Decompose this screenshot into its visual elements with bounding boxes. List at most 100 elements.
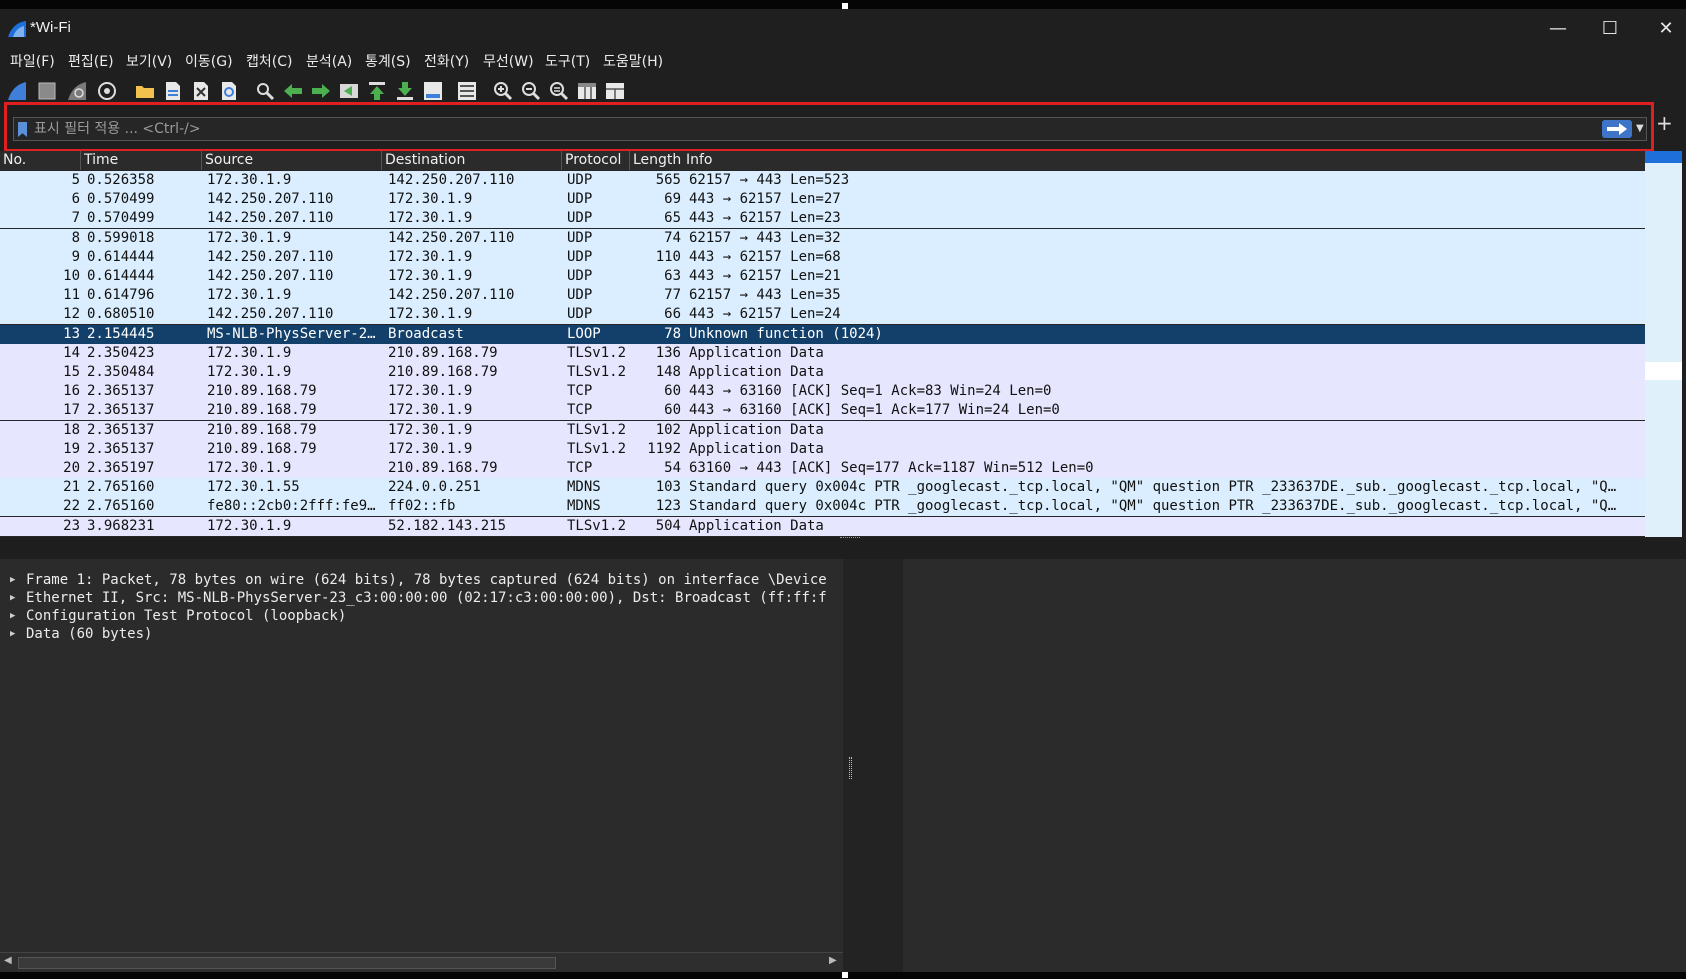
- menu-item[interactable]: 캡처(C): [246, 51, 292, 71]
- last-packet-icon[interactable]: [394, 80, 416, 102]
- expand-arrow-icon[interactable]: ▶: [10, 571, 15, 590]
- selected-packet-marker: [1645, 362, 1682, 380]
- table-row[interactable]: 18 2.365137 210.89.168.79 172.30.1.9 TLSv1.2…: [0, 420, 1645, 440]
- minimize-button[interactable]: —: [1538, 14, 1578, 44]
- expand-arrow-icon[interactable]: ▶: [10, 589, 15, 608]
- menu-item[interactable]: 파일(F): [10, 51, 55, 71]
- column-header-destination[interactable]: Destination: [382, 151, 562, 170]
- find-magnifier-icon[interactable]: [254, 80, 276, 102]
- table-row-selected[interactable]: 13 2.154445 MS-NLB-PhysServer-2… Broadcast L…: [0, 324, 1645, 344]
- scroll-left-arrow-icon[interactable]: ◀: [4, 955, 12, 966]
- column-header-source[interactable]: Source: [202, 151, 382, 170]
- scroll-thumb[interactable]: [18, 957, 556, 969]
- cell-src: 142.250.207.110: [207, 191, 334, 208]
- display-filter-input[interactable]: [34, 119, 1594, 139]
- cell-src: 172.30.1.9: [207, 287, 292, 304]
- table-row[interactable]: 7 0.570499 142.250.207.110 172.30.1.9 UDP 65 4…: [0, 209, 1645, 229]
- filter-history-dropdown-icon[interactable]: ▼: [1636, 119, 1648, 139]
- splitter-grip[interactable]: [840, 537, 860, 540]
- details-horizontal-scrollbar[interactable]: ◀ ▶: [0, 952, 843, 972]
- column-header-time[interactable]: Time: [81, 151, 202, 170]
- window-title: *Wi-Fi: [30, 19, 71, 36]
- column-header-protocol[interactable]: Protocol: [562, 151, 630, 170]
- colorize-icon[interactable]: [456, 80, 478, 102]
- menu-item[interactable]: 전화(Y): [424, 51, 469, 71]
- table-row[interactable]: 20 2.365197 172.30.1.9 210.89.168.79 TCP 54 63…: [0, 459, 1645, 478]
- packet-list-scrollbar[interactable]: [1645, 151, 1682, 555]
- table-row[interactable]: 21 2.765160 172.30.1.55 224.0.0.251 MDNS 103 S…: [0, 478, 1645, 498]
- expand-arrow-icon[interactable]: ▶: [10, 607, 15, 626]
- packet-list-header: No. Time Source Destination Protocol Len…: [0, 151, 1645, 170]
- cell-no: 15: [63, 364, 80, 380]
- open-folder-icon[interactable]: [134, 80, 156, 102]
- cell-info: 443 → 62157 Len=21: [689, 268, 841, 284]
- detail-tree-item[interactable]: ▶ Data (60 bytes): [0, 625, 843, 644]
- resize-columns-icon[interactable]: [576, 80, 598, 102]
- first-packet-icon[interactable]: [366, 80, 388, 102]
- menu-item[interactable]: 통계(S): [365, 51, 411, 71]
- menu-item[interactable]: 보기(V): [126, 51, 172, 71]
- go-back-arrow-icon[interactable]: [282, 80, 304, 102]
- menu-item[interactable]: 이동(G): [185, 51, 233, 71]
- table-row[interactable]: 8 0.599018 172.30.1.9 142.250.207.110 UDP 74 6…: [0, 228, 1645, 248]
- go-to-packet-icon[interactable]: [338, 80, 360, 102]
- save-file-icon[interactable]: [162, 80, 184, 102]
- cell-no: 13: [63, 325, 80, 342]
- column-header-length[interactable]: Length: [630, 151, 685, 170]
- restart-fin-icon[interactable]: [66, 80, 88, 102]
- cell-time: 0.614444: [87, 268, 155, 284]
- maximize-button[interactable]: ☐: [1590, 14, 1630, 44]
- table-row[interactable]: 15 2.350484 172.30.1.9 210.89.168.79 TLSv1.2…: [0, 363, 1645, 382]
- table-row[interactable]: 6 0.570499 142.250.207.110 172.30.1.9 UDP 69 4…: [0, 190, 1645, 210]
- cell-info: Standard query 0x004c PTR _googlecast._t…: [689, 498, 1617, 515]
- table-row[interactable]: 12 0.680510 142.250.207.110 172.30.1.9 UDP 66…: [0, 305, 1645, 325]
- cell-dst: 224.0.0.251: [388, 479, 481, 496]
- menu-item[interactable]: 도움말(H): [603, 51, 663, 71]
- detail-tree-item[interactable]: ▶ Frame 1: Packet, 78 bytes on wire (624 …: [0, 571, 843, 590]
- vertical-splitter-grip[interactable]: [849, 757, 852, 779]
- table-row[interactable]: 14 2.350423 172.30.1.9 210.89.168.79 TLSv1.2…: [0, 343, 1645, 363]
- filter-bookmark-icon[interactable]: [18, 122, 27, 137]
- autoscroll-icon[interactable]: [422, 80, 444, 102]
- table-row[interactable]: 17 2.365137 210.89.168.79 172.30.1.9 TCP 60 44…: [0, 401, 1645, 421]
- normal-size-icon[interactable]: [548, 80, 570, 102]
- resize-grip[interactable]: [842, 3, 848, 9]
- table-row[interactable]: 11 0.614796 172.30.1.9 142.250.207.110 UDP 77…: [0, 286, 1645, 306]
- reload-icon[interactable]: [218, 80, 240, 102]
- stop-square-icon[interactable]: [36, 80, 58, 102]
- column-header-no[interactable]: No.: [0, 151, 81, 170]
- bottom-resize-grip[interactable]: [842, 972, 848, 978]
- pane-splitter[interactable]: [0, 537, 1686, 559]
- cell-len: 65: [664, 210, 681, 227]
- layout-icon[interactable]: [604, 80, 626, 102]
- add-filter-button[interactable]: +: [1656, 113, 1673, 133]
- menu-item[interactable]: 편집(E): [68, 51, 114, 71]
- cell-time: 2.765160: [87, 479, 155, 496]
- scroll-right-arrow-icon[interactable]: ▶: [829, 955, 837, 966]
- detail-tree-item[interactable]: ▶ Configuration Test Protocol (loopback): [0, 607, 843, 626]
- cell-time: 2.365197: [87, 460, 155, 476]
- detail-tree-item[interactable]: ▶ Ethernet II, Src: MS-NLB-PhysServer-23_…: [0, 589, 843, 608]
- zoom-out-icon[interactable]: [520, 80, 542, 102]
- vertical-pane-splitter[interactable]: [843, 559, 903, 972]
- zoom-in-icon[interactable]: [492, 80, 514, 102]
- table-row[interactable]: 9 0.614444 142.250.207.110 172.30.1.9 UDP 110…: [0, 247, 1645, 267]
- table-row[interactable]: 19 2.365137 210.89.168.79 172.30.1.9 TLSv1.2…: [0, 439, 1645, 459]
- apply-filter-arrow-icon[interactable]: [1602, 120, 1632, 138]
- menu-item[interactable]: 분석(A): [306, 51, 352, 71]
- table-row[interactable]: 10 0.614444 142.250.207.110 172.30.1.9 UDP 63…: [0, 267, 1645, 286]
- shark-fin-start-icon[interactable]: [6, 80, 28, 102]
- table-row[interactable]: 23 3.968231 172.30.1.9 52.182.143.215 TLSv1.…: [0, 516, 1645, 536]
- menu-item[interactable]: 무선(W): [483, 51, 534, 71]
- cell-dst: ff02::fb: [388, 498, 456, 515]
- capture-options-gear-icon[interactable]: [96, 80, 118, 102]
- column-header-info[interactable]: Info: [683, 151, 1583, 170]
- table-row[interactable]: 16 2.365137 210.89.168.79 172.30.1.9 TCP 60 44…: [0, 382, 1645, 402]
- table-row[interactable]: 22 2.765160 fe80::2cb0:2fff:fe9… ff02::fb MD…: [0, 497, 1645, 517]
- close-file-icon[interactable]: [190, 80, 212, 102]
- menu-item[interactable]: 도구(T): [545, 51, 590, 71]
- close-button[interactable]: ✕: [1646, 14, 1686, 44]
- go-forward-arrow-icon[interactable]: [310, 80, 332, 102]
- table-row[interactable]: 5 0.526358 172.30.1.9 142.250.207.110 UDP 565…: [0, 171, 1645, 190]
- expand-arrow-icon[interactable]: ▶: [10, 625, 15, 644]
